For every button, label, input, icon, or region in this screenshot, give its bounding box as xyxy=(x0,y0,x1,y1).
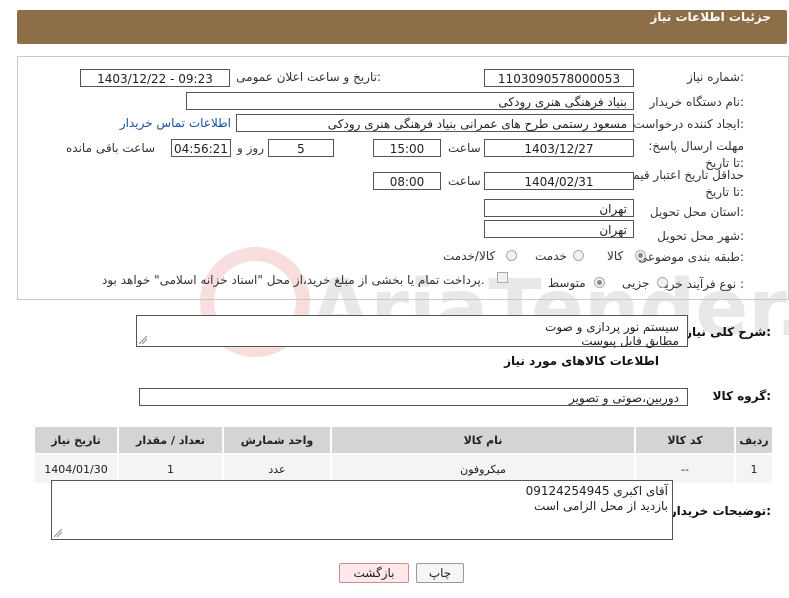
category-radio-service[interactable] xyxy=(573,250,584,261)
validity-time-label: ساعت xyxy=(448,174,481,188)
process-option-medium: متوسط xyxy=(548,276,586,290)
deadline-date-field: 1403/12/27 xyxy=(484,139,634,157)
buyer-notes-line-2: بازدید از محل الزامی است xyxy=(534,499,668,513)
col-date: تاریخ نیاز xyxy=(33,425,119,455)
buyer-org-field: بنیاد فرهنگی هنری رودکی xyxy=(186,92,634,110)
province-field: تهران xyxy=(484,199,634,217)
validity-date-field: 1404/02/31 xyxy=(484,172,634,190)
announce-label: تاریخ و ساعت اعلان عمومی: xyxy=(236,70,381,84)
process-radio-minor[interactable] xyxy=(657,277,668,288)
category-radio-both[interactable] xyxy=(506,250,517,261)
announce-field: 1403/12/22 - 09:23 xyxy=(80,69,230,87)
creator-field: مسعود رستمی طرح های عمرانی بنیاد فرهنگی … xyxy=(236,114,634,132)
description-line-1: سیستم نور پردازی و صوت xyxy=(545,320,679,334)
deadline-time-label: ساعت xyxy=(448,141,481,155)
goods-group-field: دوربین،صوتی و تصویر xyxy=(139,388,688,406)
goods-table: ردیف کد کالا نام کالا واحد شمارش تعداد /… xyxy=(33,425,774,485)
col-code: کد کالا xyxy=(634,425,736,455)
deadline-time-field: 15:00 xyxy=(373,139,441,157)
process-label: نوع فرآیند خرید : xyxy=(659,277,744,291)
category-label: طبقه بندی موضوعی: xyxy=(637,250,744,264)
category-radio-goods[interactable] xyxy=(635,250,646,261)
buyer-notes-label: توضیحات خریدار: xyxy=(669,504,771,518)
col-qty: تعداد / مقدار xyxy=(117,425,224,455)
resize-handle-icon[interactable] xyxy=(54,529,62,537)
category-option-both: کالا/خدمت xyxy=(443,249,496,263)
col-row: ردیف xyxy=(734,425,774,455)
remaining-label: ساعت باقی مانده xyxy=(66,141,156,155)
category-option-service: خدمت xyxy=(535,249,567,263)
description-line-2: مطابق فایل پیوست xyxy=(581,334,679,348)
buyer-org-label: نام دستگاه خریدار: xyxy=(649,95,745,109)
treasury-checkbox[interactable] xyxy=(497,272,508,283)
city-label: شهر محل تحویل: xyxy=(657,229,744,243)
process-radio-medium[interactable] xyxy=(594,277,605,288)
need-number-field: 1103090578000053 xyxy=(484,69,634,87)
validity-time-field: 08:00 xyxy=(373,172,441,190)
need-number-label: شماره نیاز: xyxy=(686,70,744,84)
process-option-minor: جزیی xyxy=(622,276,650,290)
treasury-note: پرداخت تمام یا بخشی از مبلغ خرید،از محل … xyxy=(102,273,485,287)
creator-label: ایجاد کننده درخواست: xyxy=(633,117,744,131)
resize-handle-icon[interactable] xyxy=(139,336,147,344)
print-button[interactable]: چاپ xyxy=(416,563,464,583)
buyer-notes-line-1: آقای اکبری 09124254945 xyxy=(525,484,668,498)
page-title: جزئیات اطلاعات نیاز xyxy=(650,10,771,24)
province-label: استان محل تحویل: xyxy=(649,205,744,219)
contact-info-link[interactable]: اطلاعات تماس خریدار xyxy=(120,116,231,130)
cell-row: 1 xyxy=(734,453,774,485)
col-unit: واحد شمارش xyxy=(222,425,332,455)
description-label: شرح کلی نیاز: xyxy=(685,325,771,339)
city-field: تهران xyxy=(484,220,634,238)
days-label: روز و xyxy=(237,141,264,155)
col-name: نام کالا xyxy=(330,425,636,455)
goods-table-header: ردیف کد کالا نام کالا واحد شمارش تعداد /… xyxy=(33,425,774,455)
buyer-notes-textarea: آقای اکبری 09124254945 بازدید از محل الز… xyxy=(51,480,673,540)
days-field: 5 xyxy=(268,139,334,157)
back-button[interactable]: بازگشت xyxy=(339,563,409,583)
goods-section-title: اطلاعات کالاهای مورد نیاز xyxy=(504,354,659,368)
remaining-time-field: 04:56:21 xyxy=(171,139,231,157)
description-textarea: سیستم نور پردازی و صوت مطابق فایل پیوست xyxy=(136,315,688,348)
category-option-goods: کالا xyxy=(607,249,624,263)
goods-group-label: گروه کالا: xyxy=(712,389,771,403)
